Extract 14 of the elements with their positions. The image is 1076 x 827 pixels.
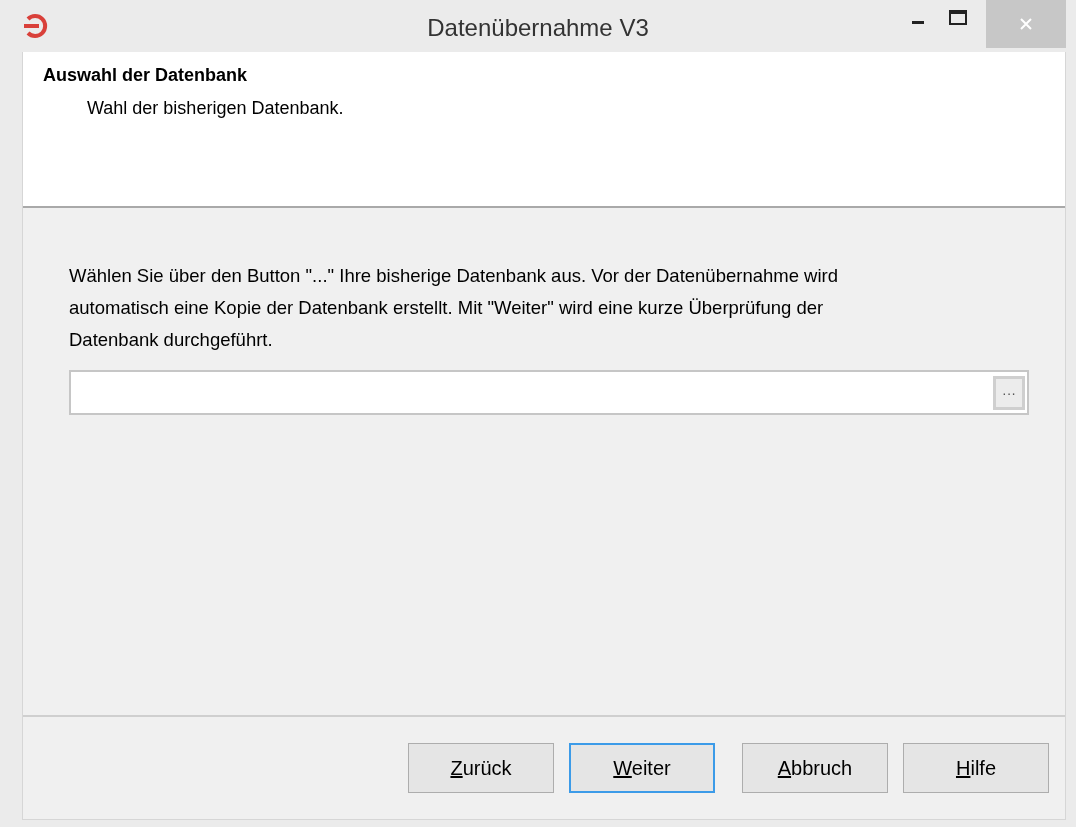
window-title: Datenübernahme V3	[427, 14, 649, 41]
dialog-button[interactable]: Abbruch	[742, 743, 888, 793]
close-icon	[1019, 17, 1033, 31]
browse-button[interactable]: ···	[993, 375, 1025, 410]
app-logo-icon	[22, 12, 50, 40]
dialog-button[interactable]: Zurück	[408, 743, 554, 793]
maximize-icon	[949, 10, 967, 26]
instructions-text: Wählen Sie über den Button "..." Ihre bisherige Datenbank aus. Vor der Datenübernahme wird automatisch eine Kopie der Datenbank erstellt. Mit "Weiter" wird eine kurze Überprüfung der Datenbank durchgeführt.	[69, 264, 839, 352]
page-subtitle: Wahl der bisherigen Datenbank.	[87, 97, 345, 120]
dialog-button[interactable]: Hilfe	[903, 743, 1049, 793]
page-title: Auswahl der Datenbank	[43, 64, 249, 87]
dialog-button[interactable]: Weiter	[569, 743, 715, 793]
path-field[interactable]: ···	[69, 370, 1029, 415]
minimize-icon	[912, 20, 924, 24]
